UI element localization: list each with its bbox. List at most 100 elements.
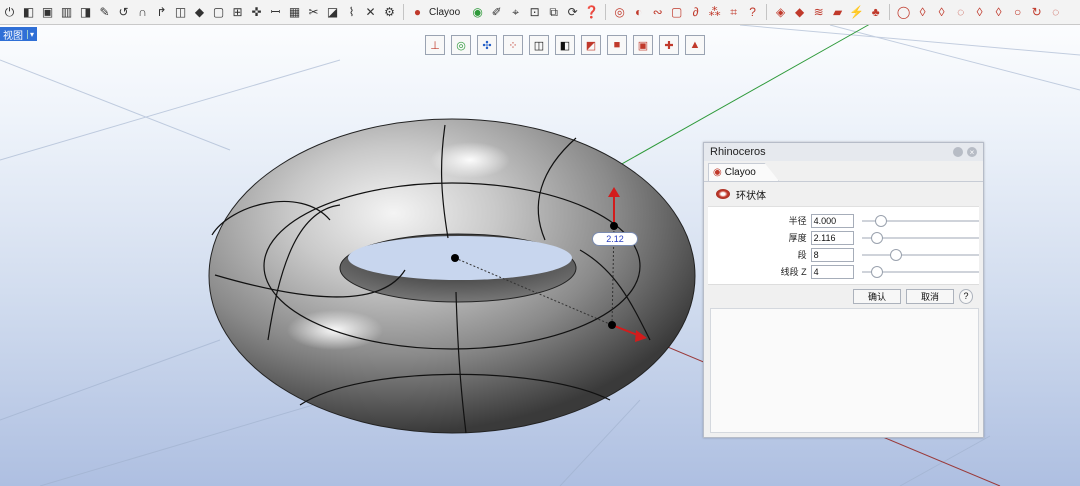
toolbar-separator [403, 4, 404, 20]
diamond-icon[interactable]: ◆ [791, 4, 808, 21]
plane-icon[interactable]: ▰ [829, 4, 846, 21]
button-row: 确认 取消 ? [708, 284, 979, 307]
move-icon[interactable]: ✚ [659, 35, 679, 55]
sweep-icon[interactable]: ✎ [96, 4, 113, 21]
chevron-down-icon[interactable]: ▾ [27, 29, 34, 39]
pin-icon[interactable] [953, 147, 963, 157]
refresh-icon[interactable]: ↻ [1028, 4, 1045, 21]
rotate-icon[interactable]: ⟳ [564, 4, 581, 21]
tree-icon[interactable]: ♣ [867, 4, 884, 21]
spring-icon[interactable]: ⌇ [343, 4, 360, 21]
revolve-icon[interactable]: ↺ [115, 4, 132, 21]
box2-icon[interactable]: ▢ [668, 4, 685, 21]
segments-input[interactable]: 8 [810, 247, 854, 262]
sketch-icon[interactable]: ◉ [469, 4, 486, 21]
thickness-input[interactable]: 2.116 [810, 230, 854, 245]
cross-icon[interactable]: ✕ [362, 4, 379, 21]
torus-icon [716, 189, 730, 199]
scatter-icon[interactable]: ⁘ [503, 35, 523, 55]
drop5-icon[interactable]: ◊ [990, 4, 1007, 21]
target-icon[interactable]: ⌖ [507, 4, 524, 21]
axis-icon[interactable]: ✣ [477, 35, 497, 55]
z-segments-slider[interactable] [861, 265, 979, 278]
tube-icon[interactable]: ◐ [630, 4, 647, 21]
clayoo-icon: ◉ [713, 167, 722, 178]
lock-icon[interactable]: ⊡ [526, 4, 543, 21]
slider-knob[interactable] [870, 265, 883, 278]
main-toolbar: ⏻ ◧ ▣ ▥ ◨ ✎ ↺ ∩ ↱ ◫ ◆ ▢ ⊞ ✜ ꟷ ▦ ✂ ◪ ⌇ ✕ … [0, 0, 1080, 25]
field-label: 半径 [788, 216, 807, 226]
shape-icon[interactable]: ◆ [191, 4, 208, 21]
cube-shaded-icon[interactable]: ◧ [555, 35, 575, 55]
help-icon[interactable]: ❓ [583, 4, 600, 21]
cube-icon[interactable]: ◧ [20, 4, 37, 21]
field-row: 段 8 [708, 246, 979, 263]
chain-icon[interactable]: ∾ [649, 4, 666, 21]
ok-button[interactable]: 确认 [853, 288, 901, 304]
stack-icon[interactable]: ≋ [810, 4, 827, 21]
radius-input[interactable]: 4.000 [810, 213, 854, 228]
slider-knob[interactable] [890, 248, 903, 261]
curve-icon[interactable]: ∂ [687, 4, 704, 21]
clayoo-panel: Rhinoceros × ◉ Clayoo 环状体 半径 4.000 厚度 2.… [703, 142, 984, 438]
dots-icon[interactable]: ⁂ [706, 4, 723, 21]
hash-icon[interactable]: ⌗ [725, 4, 742, 21]
cube-red-icon[interactable]: ◩ [581, 35, 601, 55]
close-icon[interactable]: × [967, 147, 977, 157]
mesh-icon[interactable]: ▦ [286, 4, 303, 21]
field-row: 厚度 2.116 [708, 229, 979, 246]
question-icon[interactable]: ? [744, 4, 761, 21]
extrude-icon[interactable]: ▥ [58, 4, 75, 21]
radius-slider[interactable] [861, 214, 979, 227]
seed-icon[interactable]: ◌ [1047, 4, 1064, 21]
help-button[interactable]: ? [959, 288, 973, 304]
arc-icon[interactable]: ∩ [134, 4, 151, 21]
rotate-icon[interactable]: ◎ [451, 35, 471, 55]
box-icon[interactable]: ▣ [39, 4, 56, 21]
spiral-icon[interactable]: ꟷ [267, 4, 284, 21]
link-icon[interactable]: ⧉ [545, 4, 562, 21]
drop-icon[interactable]: ▲ [685, 35, 705, 55]
drop3-icon[interactable]: ◌ [952, 4, 969, 21]
scissors-icon[interactable]: ✂ [305, 4, 322, 21]
cage-icon[interactable]: ◨ [77, 4, 94, 21]
frame-icon[interactable]: ▢ [210, 4, 227, 21]
power-icon[interactable]: ⏻ [1, 4, 18, 21]
thickness-slider[interactable] [861, 231, 979, 244]
split-icon[interactable]: ◫ [172, 4, 189, 21]
gear-icon[interactable]: ⚙ [381, 4, 398, 21]
slider-knob[interactable] [874, 214, 887, 227]
center-point[interactable] [451, 254, 459, 262]
height-grip[interactable] [610, 222, 618, 230]
tab-clayoo[interactable]: ◉ Clayoo [708, 163, 779, 181]
radius-grip[interactable] [608, 321, 616, 329]
gumball-icon[interactable]: ⊥ [425, 35, 445, 55]
panel-title-bar[interactable]: Rhinoceros × [704, 143, 983, 161]
pen-icon[interactable]: ✐ [488, 4, 505, 21]
clayoo-icon[interactable]: ● [409, 4, 426, 21]
drop2-icon[interactable]: ◊ [933, 4, 950, 21]
drop-icon[interactable]: ◊ [914, 4, 931, 21]
cube-wire-icon[interactable]: ◫ [529, 35, 549, 55]
cancel-button[interactable]: 取消 [906, 288, 954, 304]
bolt-icon[interactable]: ⚡ [848, 4, 865, 21]
hook-icon[interactable]: ↱ [153, 4, 170, 21]
grid-icon[interactable]: ⊞ [229, 4, 246, 21]
circle-icon[interactable]: ◯ [895, 4, 912, 21]
field-label: 厚度 [788, 233, 807, 243]
drop4-icon[interactable]: ◊ [971, 4, 988, 21]
field-row: 线段 Z 4 [708, 263, 979, 280]
fold-icon[interactable]: ◪ [324, 4, 341, 21]
puzzle-icon[interactable]: ✜ [248, 4, 265, 21]
eye-icon[interactable]: ◈ [772, 4, 789, 21]
segments-slider[interactable] [861, 248, 979, 261]
z-segments-input[interactable]: 4 [810, 264, 854, 279]
dimension-label[interactable]: 2.12 [592, 232, 638, 246]
cube-solid-icon[interactable]: ■ [607, 35, 627, 55]
plugin-label: Clayoo [429, 6, 461, 18]
viewport-label[interactable]: 视图 ▾ [0, 27, 38, 42]
ring-icon[interactable]: ○ [1009, 4, 1026, 21]
slider-knob[interactable] [870, 231, 883, 244]
scale-icon[interactable]: ▣ [633, 35, 653, 55]
sphere-icon[interactable]: ◎ [611, 4, 628, 21]
